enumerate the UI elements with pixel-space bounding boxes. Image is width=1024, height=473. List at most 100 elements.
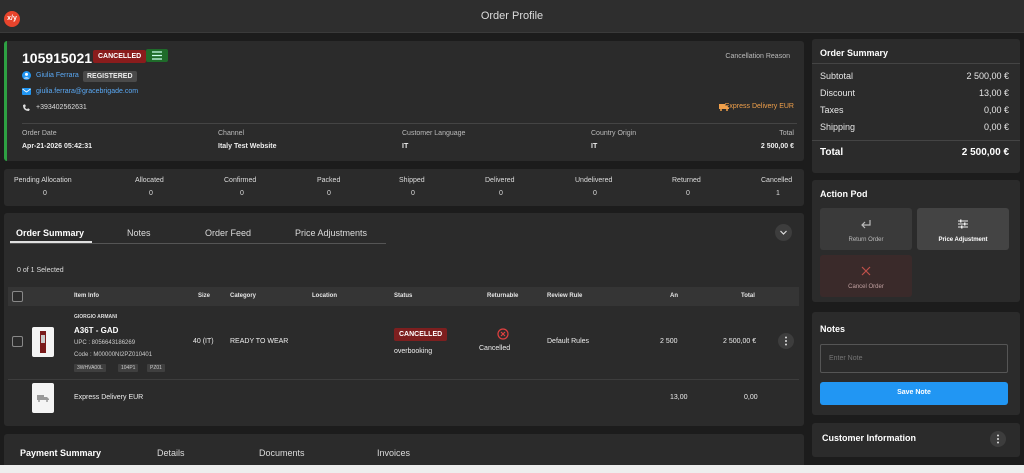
tab-notes[interactable]: Notes — [127, 228, 151, 238]
more-vertical-icon — [785, 336, 787, 346]
col-size: Size — [198, 293, 211, 299]
col-location: Location — [312, 293, 337, 299]
col-status: Status — [394, 293, 413, 299]
collapse-button[interactable] — [775, 224, 792, 241]
item-tag: PZ01 — [147, 364, 165, 372]
field-country-value: IT — [591, 143, 598, 150]
tab-payment-summary[interactable]: Payment Summary — [20, 448, 101, 458]
return-order-button[interactable]: Return Order — [820, 208, 912, 250]
tabs-underline — [10, 243, 386, 244]
order-menu-button[interactable] — [146, 49, 168, 62]
field-country-label: Country Origin — [591, 130, 637, 137]
price-adjustment-button[interactable]: Price Adjustment — [917, 208, 1009, 250]
field-language-label: Customer Language — [402, 130, 466, 137]
item-amount: 2 500 — [660, 338, 678, 345]
field-language-value: IT — [402, 143, 409, 150]
item-size: 40 (IT) — [193, 338, 214, 345]
item-more-button[interactable] — [778, 333, 794, 349]
tab-documents[interactable]: Documents — [259, 448, 305, 458]
action-pod-card: Action Pod Return Order Price Adjustment… — [812, 180, 1020, 302]
customer-status-badge: REGISTERED — [83, 71, 137, 82]
item-row-checkbox[interactable] — [12, 336, 23, 347]
summary-taxes-label: Taxes — [820, 105, 844, 115]
customer-info-title: Customer Information — [822, 433, 917, 443]
sliders-icon — [958, 219, 968, 229]
count-value-undelivered: 0 — [593, 190, 597, 197]
count-label-confirmed: Confirmed — [224, 177, 257, 184]
shipping-name: Express Delivery EUR — [74, 394, 144, 401]
field-total-value: 2 500,00 € — [760, 143, 794, 150]
tab-price-adjustments[interactable]: Price Adjustments — [295, 228, 367, 238]
product-thumbnail[interactable] — [32, 327, 54, 357]
order-summary-card: Order Summary Subtotal 2 500,00 € Discou… — [812, 39, 1020, 173]
cancel-order-button[interactable]: Cancel Order — [820, 255, 912, 297]
summary-subtotal-value: 2 500,00 € — [966, 71, 1009, 81]
count-value-cancelled: 1 — [776, 190, 780, 197]
order-id: 105915021 — [22, 50, 93, 66]
return-order-label: Return Order — [848, 237, 884, 243]
col-amount: An — [670, 293, 678, 299]
count-value-returned: 0 — [686, 190, 690, 197]
count-label-packed: Packed — [317, 177, 341, 184]
summary-subtotal-label: Subtotal — [820, 71, 854, 81]
col-review-rule: Review Rule — [547, 293, 583, 299]
customer-name-link[interactable]: Giulia Ferrara — [36, 72, 79, 79]
item-name[interactable]: A36T - GAD — [74, 326, 118, 335]
cancellation-reason-label: Cancellation Reason — [725, 53, 790, 60]
count-value-packed: 0 — [327, 190, 331, 197]
customer-info-more-button[interactable] — [990, 431, 1006, 447]
tab-invoices[interactable]: Invoices — [377, 448, 410, 458]
fulfilment-counts-panel: Pending Allocation 0 Allocated 0 Confirm… — [4, 169, 804, 206]
customer-email-link[interactable]: giulia.ferrara@gracebrigade.com — [36, 88, 138, 95]
summary-shipping-label: Shipping — [820, 122, 856, 132]
tab-order-summary[interactable]: Order Summary — [16, 228, 84, 238]
order-details-panel: Order Summary Notes Order Feed Price Adj… — [4, 213, 804, 426]
more-vertical-icon — [997, 434, 999, 444]
tab-order-feed[interactable]: Order Feed — [205, 228, 251, 238]
user-icon — [22, 71, 31, 80]
summary-total-value: 2 500,00 € — [961, 147, 1009, 158]
save-note-button[interactable]: Save Note — [820, 382, 1008, 405]
field-channel-label: Channel — [218, 130, 245, 137]
summary-total-divider — [812, 140, 1020, 141]
item-status-badge: CANCELLED — [394, 328, 448, 341]
count-label-pending: Pending Allocation — [14, 177, 72, 184]
page-bottom-strip — [0, 465, 1024, 473]
summary-total-label: Total — [820, 147, 844, 158]
count-label-cancelled: Cancelled — [761, 177, 793, 184]
item-category: READY TO WEAR — [230, 338, 289, 345]
order-status-badge: CANCELLED — [93, 50, 147, 63]
close-icon — [861, 266, 871, 276]
tab-details[interactable]: Details — [157, 448, 185, 458]
customer-phone: +393402562631 — [36, 104, 87, 111]
list-icon — [152, 51, 162, 60]
chevron-down-icon — [780, 230, 787, 235]
col-returnable: Returnable — [487, 293, 519, 299]
notes-card: Notes Save Note — [812, 312, 1020, 415]
item-returnable: Cancelled — [479, 345, 511, 352]
field-order-date-label: Order Date — [22, 130, 57, 137]
count-label-returned: Returned — [672, 177, 701, 184]
count-label-shipped: Shipped — [399, 177, 425, 184]
action-pod-title: Action Pod — [820, 189, 868, 199]
page-title: Order Profile — [480, 10, 544, 22]
order-summary-title: Order Summary — [820, 48, 889, 58]
row-divider — [8, 379, 799, 380]
price-adjustment-label: Price Adjustment — [938, 237, 988, 243]
dress-icon — [40, 331, 46, 353]
shipping-amount: 13,00 — [670, 394, 688, 401]
item-upc: UPC : 8056643186269 — [74, 340, 136, 346]
item-tag: 3WHVA00L — [74, 364, 106, 372]
count-label-allocated: Allocated — [135, 177, 164, 184]
return-arrow-icon — [861, 220, 871, 229]
note-input[interactable] — [820, 344, 1008, 373]
field-channel-value: Italy Test Website — [218, 143, 277, 150]
col-item-info: Item Info — [74, 293, 99, 299]
field-order-date-value: Apr-21-2026 05:42:31 — [22, 143, 93, 150]
cancel-circle-icon — [497, 328, 509, 340]
summary-discount-label: Discount — [820, 88, 856, 98]
phone-icon — [23, 104, 30, 111]
delivery-method: Express Delivery EUR — [724, 103, 794, 110]
count-value-shipped: 0 — [411, 190, 415, 197]
select-all-checkbox[interactable] — [12, 291, 23, 302]
